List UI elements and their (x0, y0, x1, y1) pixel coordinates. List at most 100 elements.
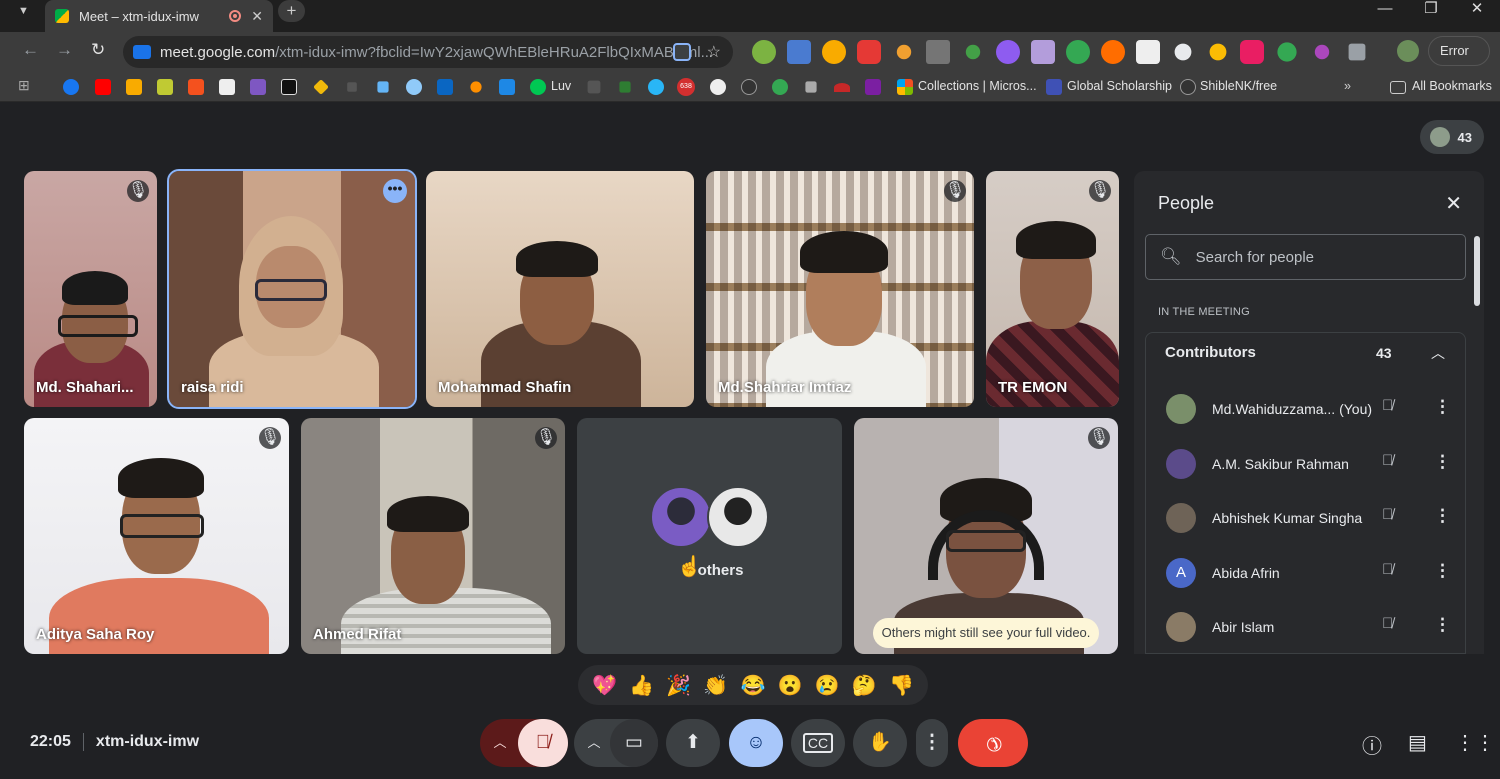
bookmark-icon[interactable] (619, 81, 631, 93)
video-tile[interactable]: 🎙 Md.Shahriar Imtiaz (706, 171, 974, 407)
bookmark-icon[interactable] (1046, 79, 1062, 95)
extension-icon[interactable] (1031, 40, 1056, 64)
search-people-input[interactable]: 🔍︎ Search for people (1145, 234, 1466, 280)
profile-avatar[interactable] (1397, 40, 1419, 62)
extension-icon[interactable] (996, 40, 1021, 64)
close-window-icon[interactable]: ✕ (1454, 0, 1500, 32)
active-tab[interactable]: Meet – xtm-idux-imw ✕ (45, 0, 273, 32)
mic-off-icon[interactable]: 🎙̸ (1382, 506, 1393, 523)
extension-icon[interactable] (1315, 44, 1330, 60)
more-options-button[interactable]: ⋮ (916, 719, 948, 767)
reaction-emoji[interactable]: 🎉 (666, 673, 691, 698)
activities-grid-icon[interactable]: ⋮⋮ (1455, 730, 1495, 755)
captions-button[interactable]: CC (791, 719, 845, 767)
bookmark-icon[interactable] (470, 81, 482, 93)
telegram-icon[interactable] (648, 79, 664, 95)
bookmark-icon[interactable] (250, 79, 266, 95)
participant-row[interactable]: A Abida Afrin 🎙̸ ⋮ (1146, 546, 1465, 600)
extension-icon[interactable] (1277, 42, 1297, 62)
reaction-emoji[interactable]: 🤔 (852, 673, 877, 698)
bookmark-icon[interactable] (157, 79, 173, 95)
video-tile[interactable]: 🎙 Ahmed Rifat (301, 418, 565, 654)
participant-row[interactable]: Md.Wahiduzzama... (You) 🎙̸ ⋮ (1146, 382, 1465, 436)
chrome-extension-icon[interactable] (1066, 40, 1091, 64)
reaction-emoji[interactable]: 👏 (703, 673, 728, 698)
new-tab-button[interactable]: + (278, 0, 305, 22)
extensions-puzzle-icon[interactable] (1348, 43, 1366, 61)
luv-icon[interactable] (530, 79, 546, 95)
bookmark-icon[interactable] (587, 80, 601, 94)
bookmark-icon[interactable] (188, 79, 204, 95)
video-tile-speaking[interactable]: ••• raisa ridi (167, 169, 417, 409)
more-options-icon[interactable]: ••• (383, 179, 407, 203)
tab-search-chevron-icon[interactable]: ▼ (18, 5, 29, 17)
mic-off-icon[interactable]: 🎙̸ (1382, 561, 1393, 578)
extension-icon[interactable] (1100, 40, 1125, 64)
analytics-icon[interactable] (126, 79, 142, 95)
more-bookmarks-icon[interactable]: » (1344, 79, 1351, 93)
all-bookmarks[interactable]: All Bookmarks (1412, 79, 1492, 93)
video-tile[interactable]: 🎙 TR EMON (986, 171, 1119, 407)
bookmark-icon[interactable] (805, 81, 817, 93)
linkedin-icon[interactable] (437, 79, 453, 95)
bookmark-icon[interactable] (834, 83, 850, 92)
youtube-icon[interactable] (95, 79, 111, 95)
bookmark-icon[interactable] (281, 79, 297, 95)
google-lens-icon[interactable] (673, 43, 691, 61)
bookmark-shiblenk[interactable]: ShibleNK/free (1200, 79, 1277, 93)
mic-off-icon[interactable]: 🎙̸ (1382, 397, 1393, 414)
extension-icon[interactable] (856, 40, 881, 64)
bookmark-icon[interactable] (499, 79, 515, 95)
chat-icon[interactable]: ▤ (1408, 730, 1427, 755)
more-vert-icon[interactable]: ⋮ (1434, 506, 1451, 526)
group-title[interactable]: Contributors (1165, 344, 1256, 361)
camera-icon[interactable]: ▭ (610, 719, 658, 767)
extension-icon[interactable] (1240, 40, 1265, 64)
video-tile[interactable]: 🎙 Aditya Saha Roy (24, 418, 289, 654)
video-tile[interactable]: 🎙 Others might still see your full video… (854, 418, 1118, 654)
bookmark-icon[interactable] (219, 79, 235, 95)
reload-icon[interactable]: ↻ (91, 40, 105, 60)
minimize-icon[interactable]: — (1362, 0, 1408, 32)
reaction-emoji[interactable]: 👍 (629, 673, 654, 698)
facebook-icon[interactable] (63, 79, 79, 95)
notion-extension-icon[interactable] (1135, 40, 1160, 64)
more-vert-icon[interactable]: ⋮ (1434, 397, 1451, 417)
bookmark-icon[interactable] (347, 82, 357, 92)
bookmark-star-icon[interactable]: ☆ (707, 42, 721, 62)
back-icon[interactable]: ← (22, 40, 39, 60)
more-vert-icon[interactable]: ⋮ (1434, 452, 1451, 472)
cloud-extension-icon[interactable] (1174, 43, 1192, 61)
participant-row[interactable]: Abhishek Kumar Singha 🎙̸ ⋮ (1146, 491, 1465, 545)
binance-icon[interactable] (313, 79, 329, 95)
apps-grid-icon[interactable]: ⊞ (18, 77, 34, 93)
restore-icon[interactable]: ❐ (1408, 0, 1454, 32)
reaction-emoji[interactable]: 😂 (741, 673, 766, 698)
more-vert-icon[interactable]: ⋮ (1434, 561, 1451, 581)
drive-icon[interactable] (772, 79, 788, 95)
reaction-emoji[interactable]: 😢 (815, 673, 840, 698)
extension-icon[interactable] (821, 40, 846, 64)
mic-off-icon[interactable]: 🎙̸ (1382, 615, 1393, 632)
participant-row[interactable]: Abir Islam 🎙̸ ⋮ (1146, 600, 1465, 654)
close-icon[interactable]: ✕ (1445, 191, 1462, 216)
audio-settings-chevron-icon[interactable]: ︿ (480, 719, 520, 767)
raise-hand-button[interactable]: ✋ (853, 719, 907, 767)
address-bar[interactable]: meet.google.com /xtm-idux-imw?fbclid=IwY… (123, 36, 733, 68)
bookmark-badge-icon[interactable]: 638 (677, 78, 695, 96)
panel-scrollbar[interactable] (1474, 236, 1480, 306)
bookmark-global-scholarship[interactable]: Global Scholarship (1067, 79, 1172, 93)
extension-icon[interactable] (1209, 43, 1226, 61)
download-extension-icon[interactable] (966, 44, 981, 60)
video-tile[interactable]: 🎙 Md. Shahari... (24, 171, 157, 407)
bookmark-collections[interactable]: Collections | Micros... (918, 79, 1037, 93)
participant-count-button[interactable]: 43 (1420, 120, 1484, 154)
present-button[interactable]: ⬆︎ (666, 719, 720, 767)
bookmark-icon[interactable] (865, 79, 881, 95)
bookmark-luv[interactable]: Luv (551, 79, 571, 93)
bookmark-icon[interactable] (377, 81, 389, 93)
reaction-emoji[interactable]: 👎 (889, 673, 914, 698)
others-tile[interactable]: others ☝ (577, 418, 842, 654)
microsoft-icon[interactable] (897, 79, 913, 95)
mic-off-icon[interactable]: 🎙̸ (518, 719, 568, 767)
